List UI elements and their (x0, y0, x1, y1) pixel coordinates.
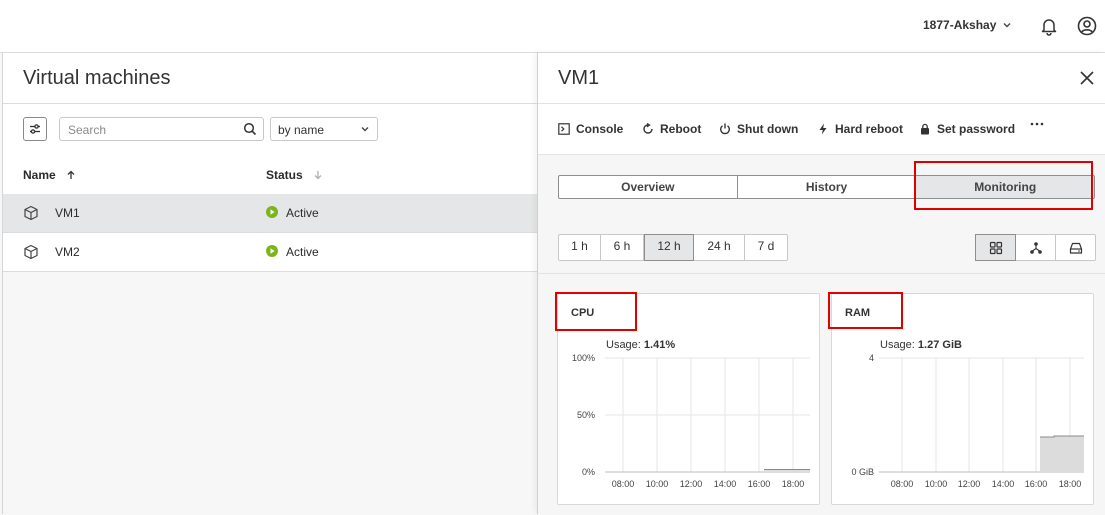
reboot-label: Reboot (660, 122, 702, 136)
tab-history[interactable]: History (738, 176, 917, 198)
vm-name: VM2 (55, 245, 80, 259)
more-actions-button[interactable] (1030, 117, 1044, 131)
top-bar: 1877-Akshay (0, 0, 1105, 53)
column-header-name[interactable]: Name (23, 168, 76, 182)
range-6h[interactable]: 6 h (601, 235, 644, 260)
view-selector (975, 234, 1096, 261)
cpu-xtick: 16:00 (748, 479, 771, 489)
cpu-ytick: 50% (577, 410, 595, 420)
ram-usage-area (1040, 436, 1084, 472)
ram-usage-value: 1.27 GiB (917, 339, 962, 351)
ram-usage-label: Usage: (880, 339, 915, 351)
ram-xtick: 16:00 (1025, 479, 1048, 489)
highlight-box (828, 292, 903, 329)
column-label-status: Status (266, 168, 303, 182)
bell-icon[interactable] (1039, 16, 1059, 36)
cpu-xtick: 18:00 (782, 479, 805, 489)
console-icon (558, 123, 570, 135)
search-box (59, 117, 264, 141)
highlight-box (914, 161, 1093, 210)
grid-view-button[interactable] (975, 234, 1016, 261)
sort-select[interactable]: by name (270, 117, 378, 141)
vm-list-panel: Virtual machines by name Name Status VM1… (2, 53, 539, 514)
hard-reboot-button[interactable]: Hard reboot (817, 122, 903, 136)
vm-detail-panel: VM1 Console Reboot Shut down Hard reboot… (537, 53, 1105, 515)
ram-usage: Usage: 1.27 GiB (880, 339, 962, 351)
disk-view-button[interactable] (1056, 235, 1095, 260)
cpu-ytick: 100% (572, 353, 595, 363)
more-icon (1030, 122, 1044, 126)
reboot-icon (643, 123, 653, 134)
console-label: Console (576, 122, 624, 136)
filter-button[interactable] (23, 117, 47, 141)
range-1h[interactable]: 1 h (559, 235, 601, 260)
sort-select-value: by name (278, 123, 325, 137)
vm-cube-icon (24, 205, 38, 221)
range-12h[interactable]: 12 h (644, 234, 694, 261)
action-bar: Console Reboot Shut down Hard reboot Set… (538, 104, 1105, 155)
vm-list-toolbar: by name (3, 104, 539, 157)
vm-status: Active (286, 206, 319, 220)
network-icon (1029, 241, 1042, 254)
grid-icon (989, 241, 1002, 254)
close-icon[interactable] (1078, 69, 1096, 87)
cpu-usage: Usage: 1.41% (606, 339, 675, 351)
ram-xtick: 14:00 (992, 479, 1015, 489)
time-range-selector: 1 h 6 h 12 h 24 h 7 d (558, 234, 788, 261)
table-row[interactable]: VM2 Active (3, 233, 539, 272)
ram-ytick: 4 (869, 353, 874, 363)
cpu-xtick: 12:00 (680, 479, 703, 489)
ram-xtick: 08:00 (891, 479, 914, 489)
sort-descending-icon (314, 171, 322, 180)
lightning-icon (819, 123, 827, 135)
shut-down-button[interactable]: Shut down (719, 122, 798, 136)
shut-down-label: Shut down (737, 122, 799, 136)
lock-icon (921, 123, 929, 135)
range-24h[interactable]: 24 h (694, 235, 745, 260)
disk-icon (1069, 242, 1082, 254)
table-header: Name Status (3, 156, 539, 195)
column-label-name: Name (23, 168, 56, 182)
user-menu[interactable]: 1877-Akshay (923, 18, 1012, 32)
active-status-icon (266, 206, 278, 218)
search-icon[interactable] (243, 122, 257, 136)
hard-reboot-label: Hard reboot (835, 122, 904, 136)
ram-xtick: 18:00 (1059, 479, 1082, 489)
cpu-ytick: 0% (582, 467, 595, 477)
ram-xtick: 12:00 (958, 479, 981, 489)
cpu-xtick: 14:00 (714, 479, 737, 489)
highlight-box (555, 292, 637, 331)
range-7d[interactable]: 7 d (745, 235, 787, 260)
vm-list-header: Virtual machines (3, 53, 539, 104)
cpu-usage-label: Usage: (606, 339, 641, 351)
set-password-button[interactable]: Set password (919, 122, 1015, 136)
power-icon (720, 123, 730, 135)
reboot-button[interactable]: Reboot (642, 122, 701, 136)
ram-ytick: 0 GiB (851, 467, 874, 477)
column-header-status[interactable]: Status (266, 168, 323, 182)
tab-overview[interactable]: Overview (559, 176, 738, 198)
detail-header: VM1 (538, 53, 1105, 104)
active-status-icon (266, 245, 278, 257)
sliders-icon (30, 124, 40, 134)
table-row[interactable]: VM1 Active (3, 194, 539, 233)
vm-cube-icon (24, 244, 38, 260)
account-icon[interactable] (1077, 16, 1097, 36)
set-password-label: Set password (937, 122, 1016, 136)
cpu-usage-value: 1.41% (643, 339, 676, 351)
sort-ascending-icon (67, 170, 75, 179)
vm-name: VM1 (55, 206, 80, 220)
search-input[interactable] (66, 122, 240, 138)
network-view-button[interactable] (1016, 235, 1056, 260)
chevron-down-icon (1003, 23, 1011, 28)
user-name: 1877-Akshay (923, 18, 997, 32)
cpu-xtick: 08:00 (612, 479, 635, 489)
console-button[interactable]: Console (558, 122, 623, 136)
cpu-xtick: 10:00 (646, 479, 669, 489)
vm-status: Active (286, 245, 319, 259)
page-title: Virtual machines (23, 67, 171, 89)
ram-xtick: 10:00 (925, 479, 948, 489)
detail-title: VM1 (558, 67, 600, 89)
chevron-down-icon (361, 127, 369, 132)
